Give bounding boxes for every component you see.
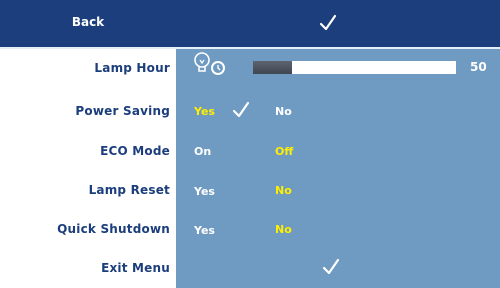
lamp-hour-bar (253, 61, 456, 74)
quick-shutdown-no-option[interactable]: No (275, 223, 292, 236)
projector-osd-menu: Back Lamp Hour 50 Power Saving Yes No EC… (0, 0, 500, 288)
power-saving-no-option[interactable]: No (275, 105, 292, 118)
lamp-hour-value: 50 (470, 60, 487, 74)
labels-column (0, 49, 176, 288)
exit-checkmark-icon[interactable] (321, 257, 341, 277)
lamp-hour-label: Lamp Hour (94, 61, 170, 75)
quick-shutdown-label: Quick Shutdown (57, 222, 170, 236)
power-saving-label: Power Saving (75, 104, 170, 118)
eco-mode-on-option[interactable]: On (194, 145, 211, 158)
eco-mode-off-option[interactable]: Off (275, 145, 293, 158)
lamp-hour-bar-fill (253, 61, 292, 74)
eco-mode-label: ECO Mode (100, 144, 170, 158)
menu-header: Back (0, 0, 500, 49)
power-saving-yes-option[interactable]: Yes (194, 105, 215, 118)
lamp-reset-label: Lamp Reset (88, 183, 170, 197)
checkmark-icon[interactable] (318, 13, 338, 33)
selected-checkmark-icon (231, 100, 251, 120)
quick-shutdown-yes-option[interactable]: Yes (194, 224, 215, 237)
lamp-reset-yes-option[interactable]: Yes (194, 185, 215, 198)
values-column (176, 49, 500, 288)
lamp-timer-icon (192, 51, 228, 81)
lamp-reset-no-option[interactable]: No (275, 184, 292, 197)
back-button[interactable]: Back (0, 15, 176, 29)
exit-menu-label[interactable]: Exit Menu (0, 261, 170, 275)
